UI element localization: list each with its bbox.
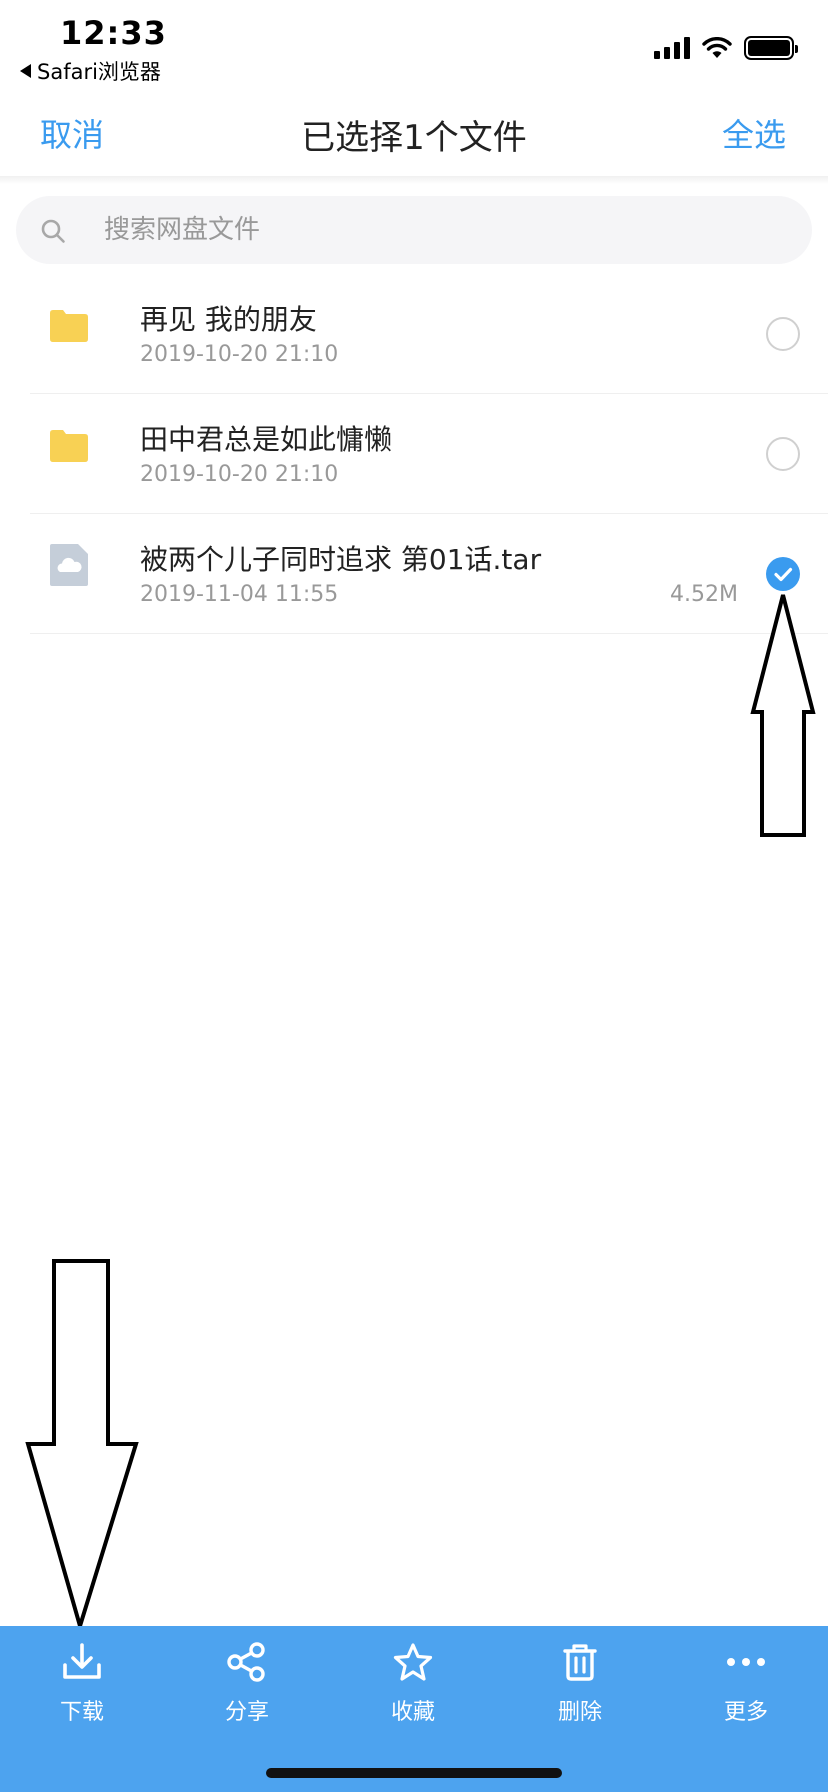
search-bar[interactable] <box>16 196 812 264</box>
file-size: 4.52M <box>670 582 738 607</box>
header-divider <box>0 176 828 184</box>
back-to-app-link[interactable]: Safari浏览器 <box>20 56 161 86</box>
file-row[interactable]: 被两个儿子同时追求 第01话.tar 2019-11-04 11:55 4.52… <box>30 514 828 634</box>
more-button[interactable]: 更多 <box>686 1642 806 1742</box>
delete-label: 删除 <box>557 1700 602 1725</box>
battery-icon <box>744 36 798 60</box>
file-date: 2019-10-20 21:10 <box>140 342 339 367</box>
download-button[interactable]: 下载 <box>22 1642 142 1742</box>
file-date: 2019-11-04 11:55 <box>140 582 339 607</box>
home-indicator[interactable] <box>266 1768 562 1778</box>
file-row[interactable]: 再见 我的朋友 2019-10-20 21:10 <box>30 274 828 394</box>
download-label: 下载 <box>59 1700 104 1725</box>
favorite-button[interactable]: 收藏 <box>353 1642 473 1742</box>
star-icon <box>393 1643 433 1681</box>
more-label: 更多 <box>723 1700 768 1725</box>
selection-header: 取消 已选择1个文件 全选 <box>0 92 828 176</box>
share-label: 分享 <box>224 1700 269 1725</box>
annotation-arrow-up-icon <box>750 594 816 837</box>
file-name: 被两个儿子同时追求 第01话.tar <box>140 543 542 576</box>
page-title: 已选择1个文件 <box>301 118 527 158</box>
annotation-arrow-down-icon <box>25 1259 139 1630</box>
file-list: 再见 我的朋友 2019-10-20 21:10 田中君总是如此慵懒 2019-… <box>0 274 828 634</box>
archive-file-icon <box>50 544 88 586</box>
wifi-icon <box>702 37 732 58</box>
share-button[interactable]: 分享 <box>187 1642 307 1742</box>
more-dots-icon <box>727 1658 765 1666</box>
checkmark-icon <box>774 567 793 582</box>
back-app-label: Safari浏览器 <box>37 60 161 84</box>
file-row[interactable]: 田中君总是如此慵懒 2019-10-20 21:10 <box>30 394 828 514</box>
search-input[interactable] <box>104 210 784 250</box>
download-icon <box>63 1643 101 1679</box>
status-bar: 12:33 Safari浏览器 <box>0 0 828 84</box>
file-name: 田中君总是如此慵懒 <box>140 423 393 456</box>
status-time: 12:33 <box>60 14 167 52</box>
file-name: 再见 我的朋友 <box>140 303 317 336</box>
select-checkbox[interactable] <box>766 317 800 351</box>
delete-button[interactable]: 删除 <box>520 1642 640 1742</box>
select-all-button[interactable]: 全选 <box>722 110 786 156</box>
file-date: 2019-10-20 21:10 <box>140 462 339 487</box>
back-triangle-icon <box>20 64 31 78</box>
select-checkbox[interactable] <box>766 437 800 471</box>
search-icon <box>41 219 65 243</box>
status-icons <box>654 36 798 60</box>
favorite-label: 收藏 <box>390 1700 435 1725</box>
folder-icon <box>50 310 88 342</box>
select-checkbox-checked[interactable] <box>766 557 800 591</box>
trash-icon <box>563 1644 597 1681</box>
folder-icon <box>50 430 88 462</box>
cellular-signal-icon <box>654 37 690 59</box>
share-icon <box>227 1642 265 1682</box>
